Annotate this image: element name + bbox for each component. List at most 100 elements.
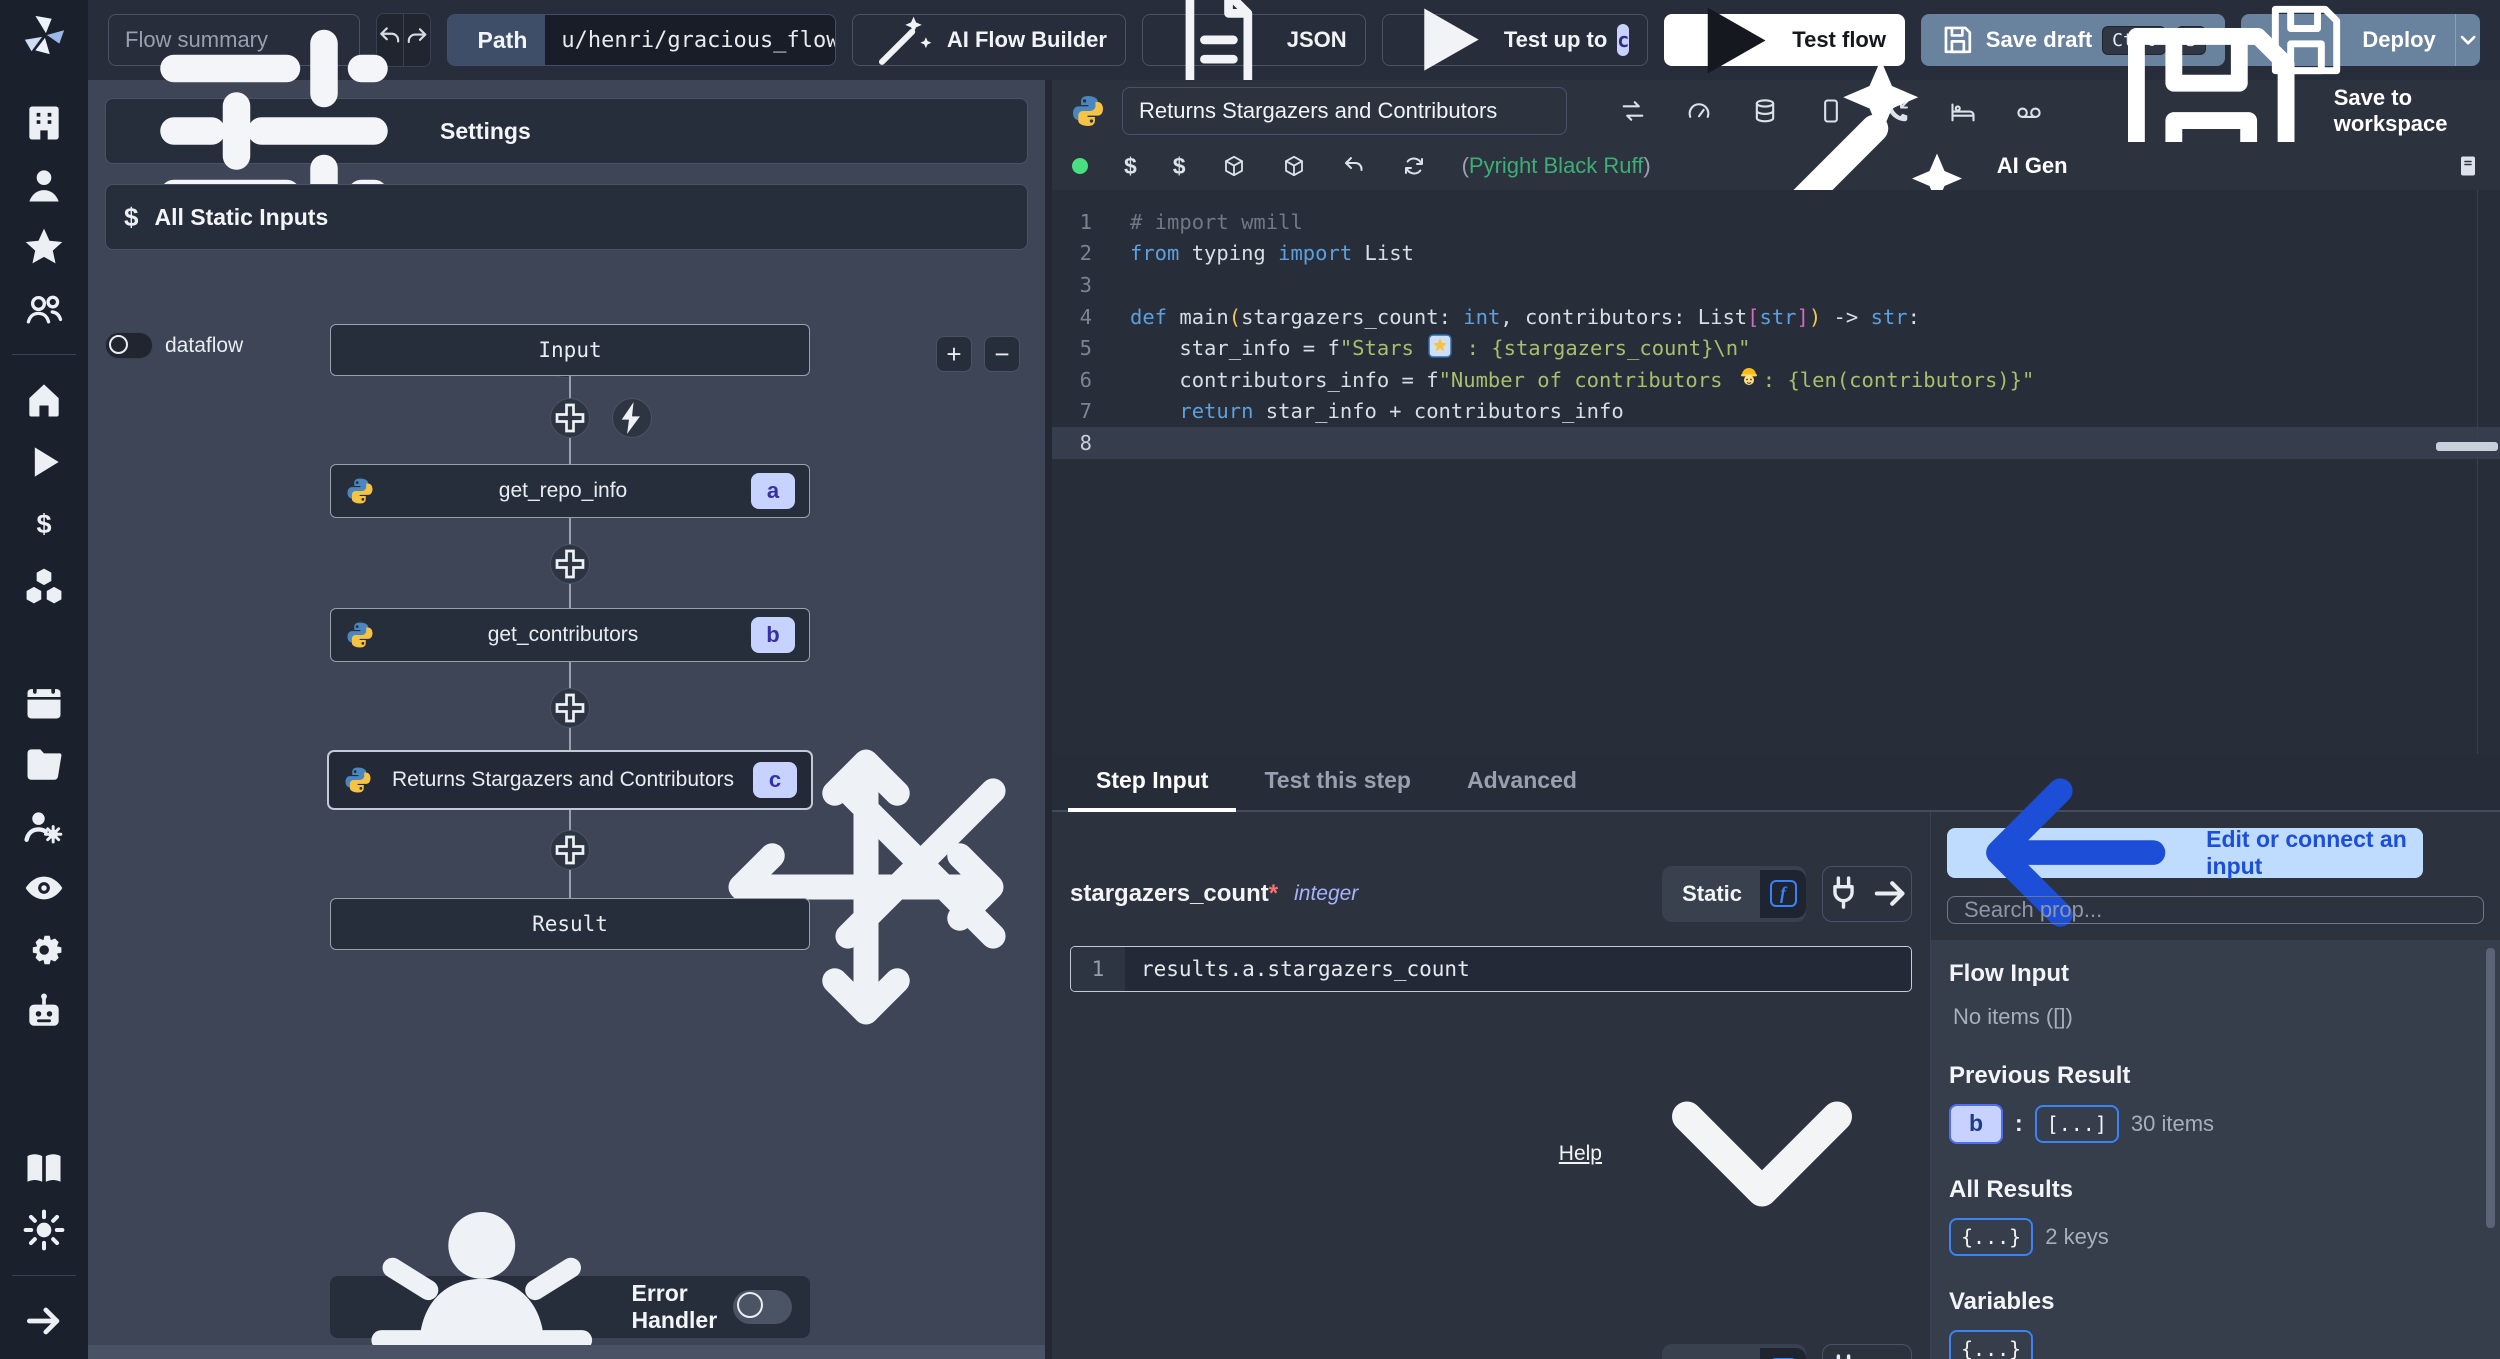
lint-assistants-label[interactable]: (Pyright Black Ruff): [1462, 153, 1651, 179]
add-step-button[interactable]: [550, 688, 590, 728]
left-sidebar: $: [0, 0, 88, 1359]
code-line[interactable]: 8: [1052, 427, 2500, 459]
code-line[interactable]: 5 star_info = f "Stars : {stargazers_coun…: [1052, 332, 2500, 364]
test-up-to-label: Test up to: [1503, 27, 1608, 52]
expression-value: results.a.stargazers_count: [1141, 956, 1470, 981]
step-input-form: stargazers_count * integer Static f 1 re…: [1052, 811, 1930, 1359]
code-line[interactable]: 6 contributors_info = f "Number of contri…: [1052, 364, 2500, 396]
dataflow-toggle[interactable]: [105, 332, 153, 359]
add-step-button[interactable]: [550, 398, 590, 438]
graph-node-input[interactable]: Input: [330, 324, 810, 376]
tab-advanced[interactable]: Advanced: [1439, 754, 1605, 812]
chevron-down-icon[interactable]: [1612, 1004, 1912, 1304]
reset-undo-icon[interactable]: [1342, 154, 1366, 178]
add-step-button[interactable]: [550, 544, 590, 584]
panel-splitter[interactable]: [1045, 80, 1052, 1359]
test-up-to-step-badge: c: [1617, 24, 1630, 56]
graph-node-step-b[interactable]: get_contributors b: [330, 608, 810, 662]
connect-panel-scrollbar[interactable]: [2486, 947, 2495, 1228]
code-line[interactable]: 2 from typing import List: [1052, 238, 2500, 270]
editor-toolbar: $ $ (Pyright Black Ruff) AI Gen: [1052, 59, 2500, 280]
workspace-icon[interactable]: [22, 101, 66, 145]
code-line[interactable]: 3: [1052, 269, 2500, 301]
all-results-count: 2 keys: [2045, 1223, 2109, 1249]
favorites-star-icon[interactable]: [22, 225, 66, 269]
connect-sections-list: Flow Input No items ([]) Previous Result…: [1931, 939, 2500, 1359]
groups-icon[interactable]: [22, 287, 66, 331]
trigger-bolt-button[interactable]: [612, 398, 652, 438]
error-handler-toggle[interactable]: [733, 1290, 792, 1324]
search-prop-input[interactable]: [1947, 895, 2484, 924]
test-up-to-button[interactable]: Test up to c: [1381, 8, 1649, 72]
graph-node-step-a[interactable]: get_repo_info a: [330, 464, 810, 518]
all-results-object-badge[interactable]: {...}: [1949, 1217, 2034, 1256]
code-editor[interactable]: 1 # import wmill 2 from typing import List 3…: [1052, 190, 2500, 754]
delete-step-button[interactable]: [796, 739, 1045, 988]
reload-refresh-icon[interactable]: [1402, 154, 1426, 178]
ai-flow-builder-button[interactable]: AI Flow Builder: [851, 14, 1126, 66]
folders-icon[interactable]: [22, 742, 66, 786]
step-id-badge: b: [751, 617, 795, 653]
javascript-expr-toggle[interactable]: f: [1760, 869, 1806, 918]
windmill-logo-icon[interactable]: [21, 12, 67, 58]
error-handler-label: Error Handler: [631, 1280, 718, 1333]
package-box-icon[interactable]: [1282, 154, 1306, 178]
play-icon: [1401, 0, 1494, 87]
help-link[interactable]: Help: [1559, 1142, 1602, 1166]
zoom-out-button[interactable]: −: [984, 336, 1020, 372]
add-step-button[interactable]: [550, 830, 590, 870]
flow-settings-button[interactable]: Settings: [105, 29, 1028, 233]
variables-dollar-icon[interactable]: $: [22, 502, 66, 546]
graph-node-result[interactable]: Result: [330, 898, 810, 950]
schedules-calendar-icon[interactable]: [22, 680, 66, 724]
sidebar-divider: [12, 1275, 76, 1276]
code-line[interactable]: 4 def main(stargazers_count: int, contrib…: [1052, 301, 2500, 333]
variables-object-badge[interactable]: {...}: [1949, 1329, 2034, 1359]
editor-scrollbar-thumb[interactable]: [2436, 442, 2498, 451]
variable-dollar-icon[interactable]: $: [1124, 153, 1137, 180]
audit-eye-icon[interactable]: [22, 866, 66, 910]
step-name-input[interactable]: [1122, 87, 1568, 135]
library-book-icon[interactable]: [2456, 154, 2480, 178]
ai-robot-icon[interactable]: [22, 990, 66, 1034]
retries-icon[interactable]: [1619, 97, 1647, 125]
line-number: 3: [1079, 272, 1092, 297]
code-line[interactable]: 1 # import wmill: [1052, 206, 2500, 238]
runs-play-icon[interactable]: [22, 440, 66, 484]
python-icon: [1070, 93, 1106, 129]
expression-editor-stargazers[interactable]: 1 results.a.stargazers_count: [1070, 945, 1912, 992]
docs-book-icon[interactable]: [22, 1146, 66, 1190]
all-static-inputs-button[interactable]: $ All Static Inputs: [105, 184, 1028, 250]
dataflow-toggle-row: dataflow: [105, 332, 243, 359]
users-settings-icon[interactable]: [22, 804, 66, 848]
prev-result-key-badge[interactable]: b: [1949, 1103, 2003, 1144]
static-mode-toggle[interactable]: Static f: [1662, 1343, 1806, 1359]
tab-step-input[interactable]: Step Input: [1068, 754, 1237, 812]
resources-cubes-icon[interactable]: [22, 564, 66, 608]
code-text: return star_info + contributors_info: [1130, 399, 1624, 424]
code-line[interactable]: 7 return star_info + contributors_info: [1052, 396, 2500, 428]
prev-result-array-badge[interactable]: [...]: [2034, 1104, 2119, 1143]
magic-wand-icon: [871, 7, 937, 73]
javascript-expr-toggle[interactable]: f: [1760, 1347, 1806, 1359]
connect-input-plug-button[interactable]: [1822, 1343, 1912, 1359]
resource-dollar-icon[interactable]: $: [1173, 153, 1186, 180]
home-icon[interactable]: [22, 378, 66, 422]
settings-gear-icon[interactable]: [22, 928, 66, 972]
path-button[interactable]: Path u/henri/gracious_flow: [446, 14, 836, 66]
static-mode-toggle[interactable]: Static f: [1662, 865, 1806, 922]
function-icon: f: [1769, 880, 1797, 907]
expand-arrow-icon[interactable]: [22, 1299, 66, 1343]
json-button[interactable]: JSON: [1141, 0, 1366, 91]
package-box-icon[interactable]: [1222, 154, 1246, 178]
user-icon[interactable]: [22, 163, 66, 207]
zoom-in-button[interactable]: +: [936, 336, 972, 372]
flow-horizontal-scrollbar[interactable]: [88, 1345, 1045, 1359]
tab-test-this-step[interactable]: Test this step: [1236, 754, 1439, 812]
static-label: Static: [1682, 880, 1742, 906]
connect-input-panel: Edit or connect an input Flow Input No i…: [1930, 778, 2500, 1359]
theme-sun-icon[interactable]: [22, 1208, 66, 1252]
error-handler-node[interactable]: Error Handler: [330, 1212, 810, 1359]
edit-or-connect-button[interactable]: Edit or connect an input: [1947, 778, 2423, 927]
connect-input-plug-button[interactable]: [1822, 865, 1912, 922]
